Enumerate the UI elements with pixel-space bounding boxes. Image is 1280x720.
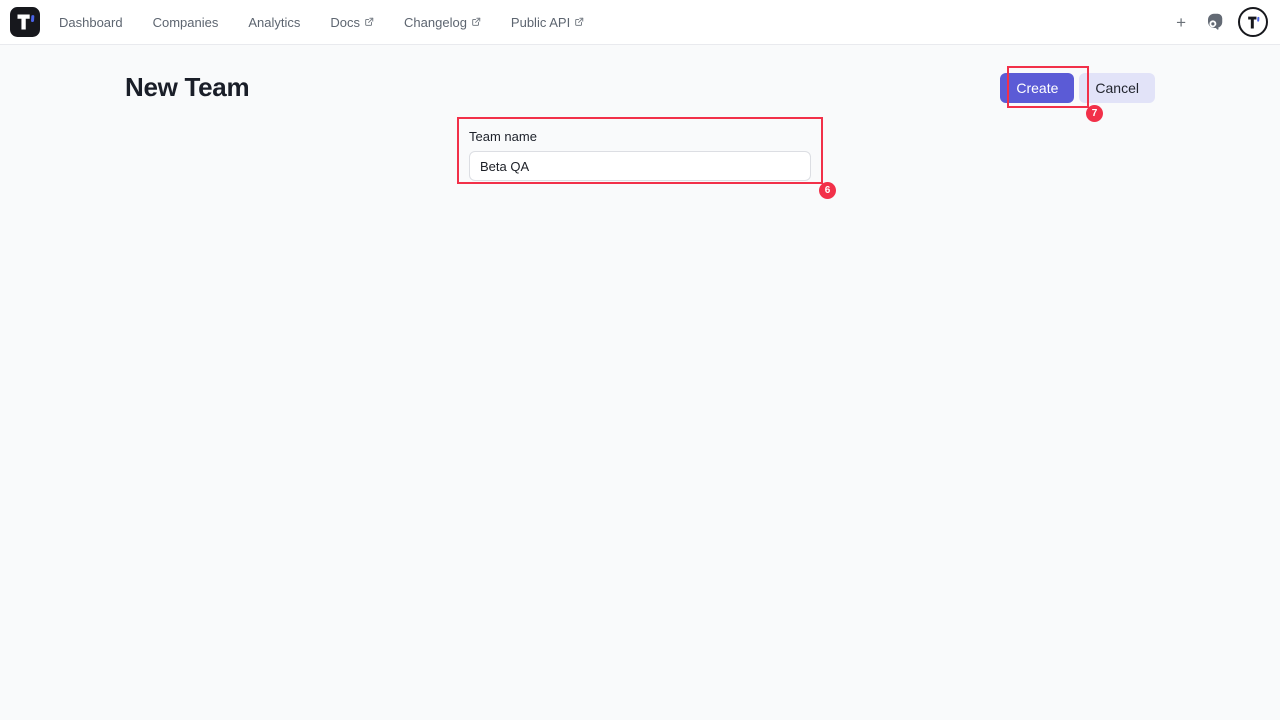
team-name-label: Team name bbox=[469, 129, 811, 144]
main-nav: Dashboard Companies Analytics Docs Chang… bbox=[59, 15, 584, 30]
page-title: New Team bbox=[125, 72, 249, 103]
form-action-buttons: Create Cancel bbox=[1000, 73, 1155, 103]
cancel-button[interactable]: Cancel bbox=[1079, 73, 1155, 103]
nav-label: Dashboard bbox=[59, 15, 123, 30]
header-actions: + bbox=[1172, 7, 1268, 37]
external-link-icon bbox=[471, 17, 481, 27]
search-icon[interactable] bbox=[1205, 13, 1223, 31]
nav-item-dashboard[interactable]: Dashboard bbox=[59, 15, 123, 30]
page-header-row: New Team Create Cancel bbox=[125, 45, 1155, 103]
create-button[interactable]: Create bbox=[1000, 73, 1074, 103]
page-content: New Team Create Cancel Team name bbox=[125, 45, 1155, 181]
nav-label: Analytics bbox=[248, 15, 300, 30]
external-link-icon bbox=[574, 17, 584, 27]
user-avatar[interactable] bbox=[1238, 7, 1268, 37]
add-button[interactable]: + bbox=[1172, 12, 1190, 33]
nav-item-public-api[interactable]: Public API bbox=[511, 15, 584, 30]
nav-item-docs[interactable]: Docs bbox=[330, 15, 374, 30]
nav-label: Public API bbox=[511, 15, 570, 30]
nav-label: Docs bbox=[330, 15, 360, 30]
new-team-form: Team name bbox=[469, 129, 811, 181]
nav-item-changelog[interactable]: Changelog bbox=[404, 15, 481, 30]
team-name-input[interactable] bbox=[469, 151, 811, 181]
nav-item-companies[interactable]: Companies bbox=[153, 15, 219, 30]
annotation-badge: 6 bbox=[819, 182, 836, 199]
nav-item-analytics[interactable]: Analytics bbox=[248, 15, 300, 30]
nav-label: Companies bbox=[153, 15, 219, 30]
external-link-icon bbox=[364, 17, 374, 27]
nav-label: Changelog bbox=[404, 15, 467, 30]
app-logo-icon[interactable] bbox=[10, 7, 40, 37]
top-nav-bar: Dashboard Companies Analytics Docs Chang… bbox=[0, 0, 1280, 45]
